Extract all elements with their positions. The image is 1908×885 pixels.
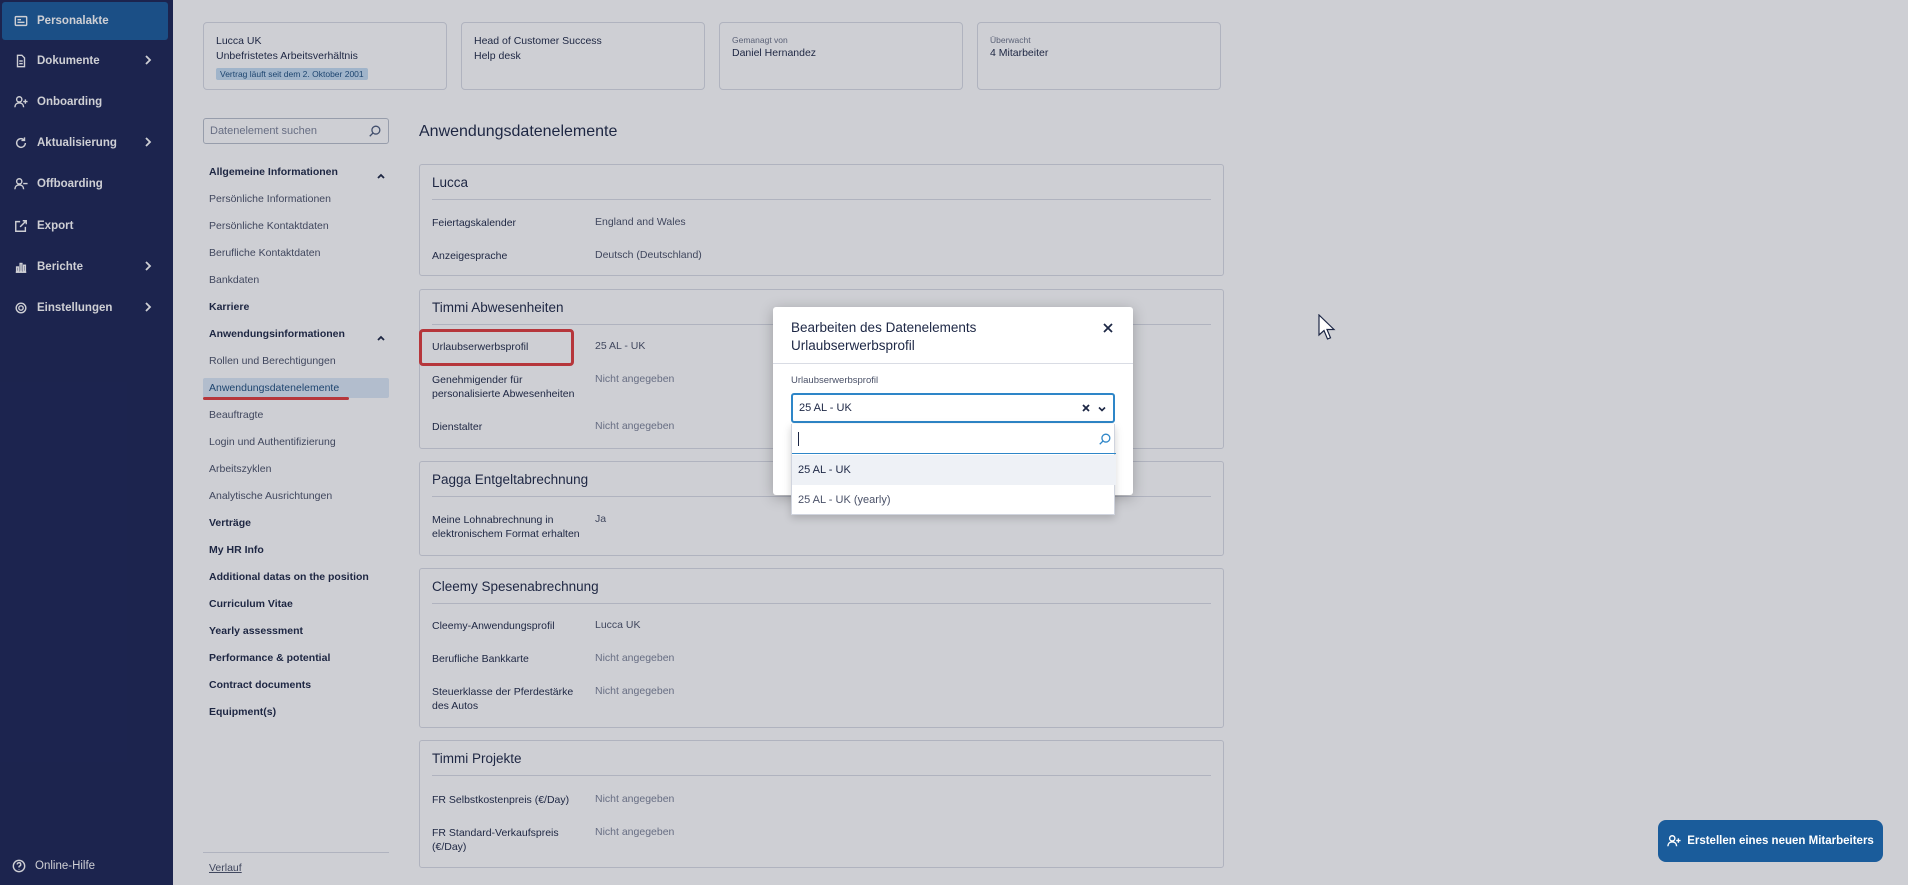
chevron-down-icon[interactable]: [1097, 404, 1107, 414]
create-employee-button[interactable]: Erstellen eines neuen Mitarbeiters: [1658, 820, 1883, 862]
select-dropdown: 25 AL - UK 25 AL - UK (yearly): [791, 424, 1116, 515]
text-caret: [798, 432, 799, 446]
mouse-cursor-icon: [1318, 314, 1336, 340]
dropdown-option[interactable]: 25 AL - UK (yearly): [792, 485, 1116, 515]
field-label: Urlaubserwerbsprofil: [791, 375, 879, 386]
close-icon[interactable]: [1101, 321, 1115, 335]
dropdown-search-input[interactable]: [792, 424, 1116, 454]
search-icon: [1098, 432, 1112, 446]
dropdown-option[interactable]: 25 AL - UK: [792, 455, 1116, 485]
user-plus-icon: [1667, 834, 1681, 848]
clear-icon[interactable]: [1081, 403, 1091, 413]
create-employee-label: Erstellen eines neuen Mitarbeiters: [1687, 835, 1874, 847]
modal-title: Bearbeiten des Datenelements Urlaubserwe…: [791, 320, 977, 353]
profile-select[interactable]: 25 AL - UK: [791, 393, 1115, 423]
selected-value: 25 AL - UK: [799, 402, 852, 414]
divider: [773, 363, 1133, 364]
